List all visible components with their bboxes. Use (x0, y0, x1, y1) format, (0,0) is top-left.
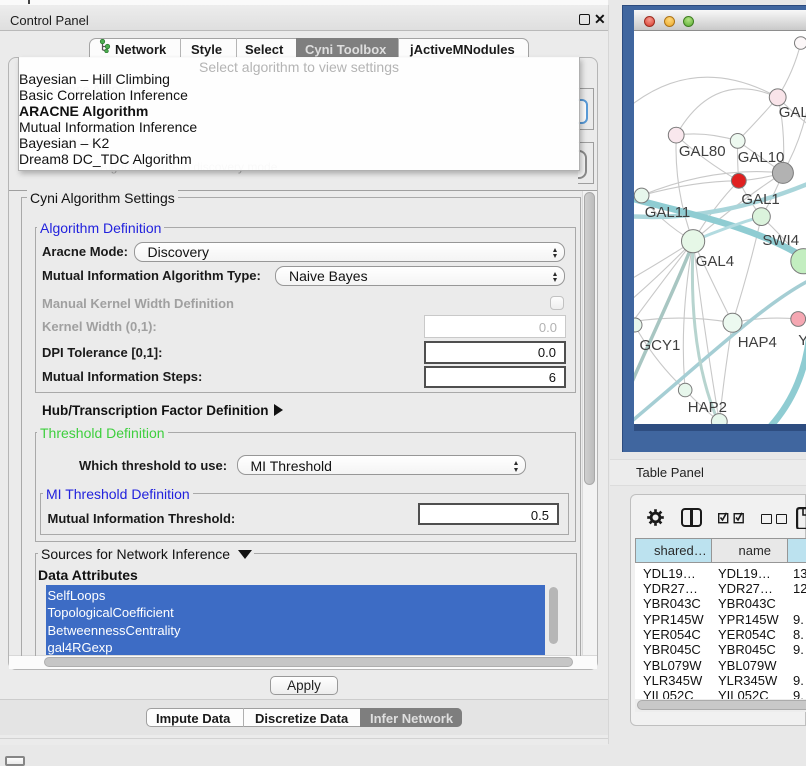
svg-text:HAP4: HAP4 (738, 334, 777, 351)
svg-text:GAL80: GAL80 (679, 143, 726, 160)
svg-text:GAL1: GAL1 (741, 191, 779, 208)
svg-text:HAP2: HAP2 (688, 399, 727, 416)
svg-text:GAL4: GAL4 (696, 253, 734, 270)
svg-text:SWI4: SWI4 (762, 232, 799, 249)
svg-text:Y: Y (798, 332, 806, 349)
svg-text:GCY1: GCY1 (640, 337, 681, 354)
svg-text:GAL10: GAL10 (738, 149, 785, 166)
svg-text:GAL: GAL (779, 104, 806, 121)
svg-text:GAL11: GAL11 (645, 204, 691, 221)
